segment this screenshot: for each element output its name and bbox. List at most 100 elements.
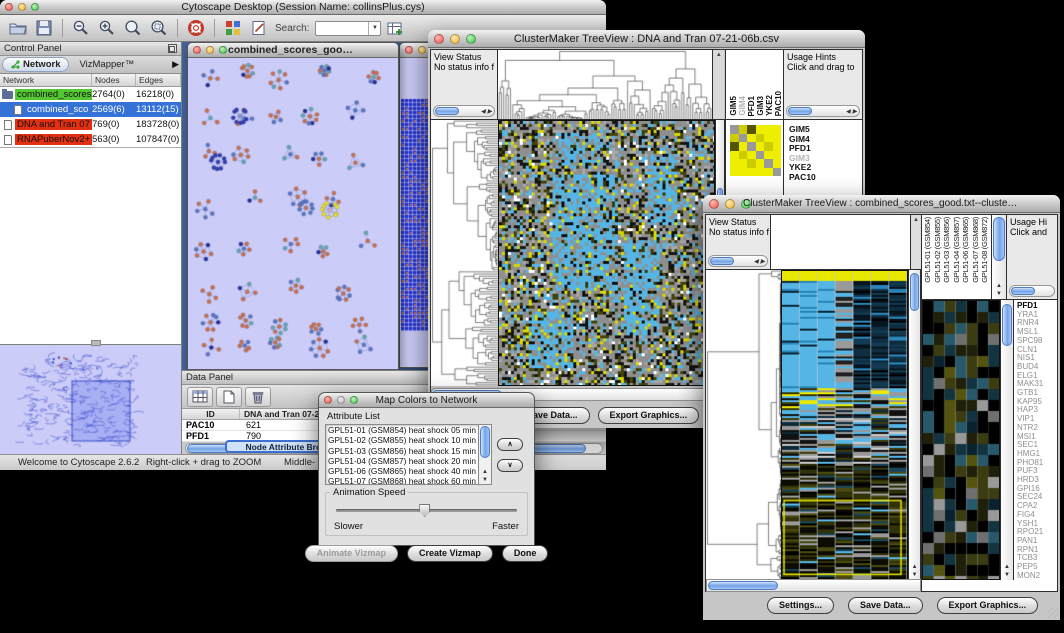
heatmap-cell[interactable]: [756, 142, 765, 151]
zoom-heatmap-grid[interactable]: [730, 125, 783, 176]
gene-label[interactable]: PAC10: [789, 173, 862, 183]
tab-vizmapper[interactable]: VizMapper™: [71, 58, 142, 71]
row-dendrogram-canvas[interactable]: [431, 120, 498, 386]
vizmapper-icon[interactable]: [221, 17, 245, 39]
tab-overflow-icon[interactable]: [172, 59, 179, 70]
dialog-titlebar[interactable]: Map Colors to Network: [319, 393, 534, 408]
zoom-selected-button[interactable]: [147, 17, 171, 39]
heatmap-cell[interactable]: [764, 134, 773, 143]
heatmap-cell[interactable]: [747, 125, 756, 134]
table-row[interactable]: combined_sco2569(6)13112(15): [0, 102, 181, 117]
chevron-down-icon[interactable]: ▼: [368, 22, 380, 35]
attribute-list[interactable]: GPL51-01 (GSM854) heat shock 05 minGPL51…: [325, 424, 479, 485]
scroll-up-icon[interactable]: [716, 52, 722, 58]
close-icon[interactable]: [324, 396, 332, 404]
cluster-heatmap-canvas[interactable]: [498, 120, 715, 386]
scrollbar-thumb[interactable]: [910, 273, 919, 311]
column-header-nodes[interactable]: Nodes: [92, 74, 136, 86]
scroll-up-icon[interactable]: [482, 469, 488, 475]
view-status-scrollbar[interactable]: [433, 105, 495, 117]
heatmap-cell[interactable]: [756, 168, 765, 177]
heatmap-cell[interactable]: [773, 142, 782, 151]
heatmap-cell[interactable]: [747, 159, 756, 168]
annotation-icon[interactable]: [247, 17, 271, 39]
view-status-scrollbar[interactable]: [708, 255, 768, 267]
zoom-in-button[interactable]: [95, 17, 119, 39]
close-icon[interactable]: [405, 46, 413, 54]
heatmap-cell[interactable]: [739, 125, 748, 134]
column-labels-pane[interactable]: GPL51-01 (GSM854)GPL51-02 (GSM855)GPL51-…: [922, 215, 991, 299]
cluster-heatmap-canvas[interactable]: [781, 270, 908, 580]
table-row[interactable]: RNAPuberNov2+563(0)107847(0): [0, 132, 181, 147]
heatmap-cell[interactable]: [739, 142, 748, 151]
heatmap-cell[interactable]: [730, 134, 739, 143]
birdseye-overview-canvas[interactable]: [0, 345, 180, 453]
zoom-window-icon[interactable]: [350, 396, 358, 404]
scroll-right-icon[interactable]: [487, 108, 492, 115]
heatmap-cell[interactable]: [730, 125, 739, 134]
export-graphics-button[interactable]: Export Graphics...: [937, 597, 1039, 614]
scrollbar-thumb[interactable]: [993, 217, 1005, 261]
scroll-left-icon[interactable]: [846, 108, 851, 115]
column-dendrogram-empty[interactable]: [771, 215, 910, 269]
move-up-button[interactable]: ∧: [497, 438, 522, 451]
heatmap-cell[interactable]: [764, 168, 773, 177]
heatmap-cell[interactable]: [773, 168, 782, 177]
network-view-1-canvas[interactable]: [188, 58, 398, 368]
row-dendrogram-canvas[interactable]: [706, 270, 781, 580]
treeview2-titlebar[interactable]: ClusterMaker TreeView : combined_scores_…: [703, 195, 1060, 213]
network-overview-pane[interactable]: [0, 344, 181, 454]
scroll-down-icon[interactable]: [912, 572, 918, 578]
save-session-button[interactable]: [32, 17, 56, 39]
scroll-up-icon[interactable]: [996, 283, 1002, 289]
attribute-table-icon[interactable]: [383, 17, 407, 39]
scroll-right-icon[interactable]: [852, 108, 857, 115]
scroll-up-icon[interactable]: [1004, 564, 1010, 570]
export-graphics-button[interactable]: Export Graphics...: [598, 407, 700, 424]
scroll-up-icon[interactable]: [912, 564, 918, 570]
slider-thumb[interactable]: [419, 504, 430, 517]
heatmap-cell[interactable]: [764, 142, 773, 151]
treeview1-titlebar[interactable]: ClusterMaker TreeView : DNA and Tran 07-…: [428, 30, 865, 48]
network-tree-whitespace[interactable]: [0, 147, 181, 344]
delete-attribute-icon[interactable]: [245, 387, 271, 407]
save-data-button[interactable]: Save Data...: [848, 597, 923, 614]
move-down-button[interactable]: ∨: [497, 459, 522, 472]
zoom-heatmap-canvas[interactable]: [922, 300, 1000, 580]
network-table-header[interactable]: Network Nodes Edges: [0, 74, 181, 87]
resize-grip[interactable]: [1047, 607, 1059, 619]
minimize-icon[interactable]: [18, 3, 26, 11]
heatmap-cell[interactable]: [730, 142, 739, 151]
animate-vizmap-button[interactable]: Animate Vizmap: [305, 545, 398, 562]
scroll-right-icon[interactable]: [760, 258, 765, 265]
minimize-icon[interactable]: [450, 34, 460, 44]
settings-button[interactable]: Settings...: [767, 597, 834, 614]
heatmap-cell[interactable]: [773, 134, 782, 143]
column-header-network[interactable]: Network: [0, 74, 92, 86]
close-icon[interactable]: [709, 199, 719, 209]
close-icon[interactable]: [193, 46, 201, 54]
attribute-item[interactable]: GPL51-03 (GSM856) heat shock 15 min: [326, 446, 478, 456]
minimize-icon[interactable]: [418, 46, 426, 54]
heatmap-cell[interactable]: [739, 134, 748, 143]
gene-labels-pane[interactable]: PFD1YRA1RNR4MSL1SPC98CLN1NIS1BUD4ELG1MAK…: [1014, 300, 1057, 580]
scrollbar-thumb[interactable]: [480, 426, 490, 458]
minimize-icon[interactable]: [206, 46, 214, 54]
help-lifering-icon[interactable]: [184, 17, 208, 39]
zoom-heatmap-vscrollbar[interactable]: [1000, 300, 1014, 580]
column-labels-vscrollbar[interactable]: [991, 215, 1007, 299]
create-vizmap-button[interactable]: Create Vizmap: [407, 545, 493, 562]
zoom-window-icon[interactable]: [31, 3, 39, 11]
gene-label[interactable]: MON2: [1017, 572, 1057, 581]
heatmap-cell[interactable]: [764, 125, 773, 134]
heatmap-cell[interactable]: [756, 125, 765, 134]
table-row[interactable]: DNA and Tran 07769(0)183728(0): [0, 117, 181, 132]
zoom-out-button[interactable]: [69, 17, 93, 39]
scroll-down-icon[interactable]: [482, 477, 488, 483]
usage-hints-scrollbar[interactable]: [1009, 285, 1055, 297]
table-row[interactable]: combined_scores2764(0)16218(0): [0, 87, 181, 102]
scroll-down-icon[interactable]: [1004, 572, 1010, 578]
treeview2-hscrollbar[interactable]: [706, 579, 921, 592]
heatmap-cell[interactable]: [756, 151, 765, 160]
heatmap-cell[interactable]: [739, 151, 748, 160]
